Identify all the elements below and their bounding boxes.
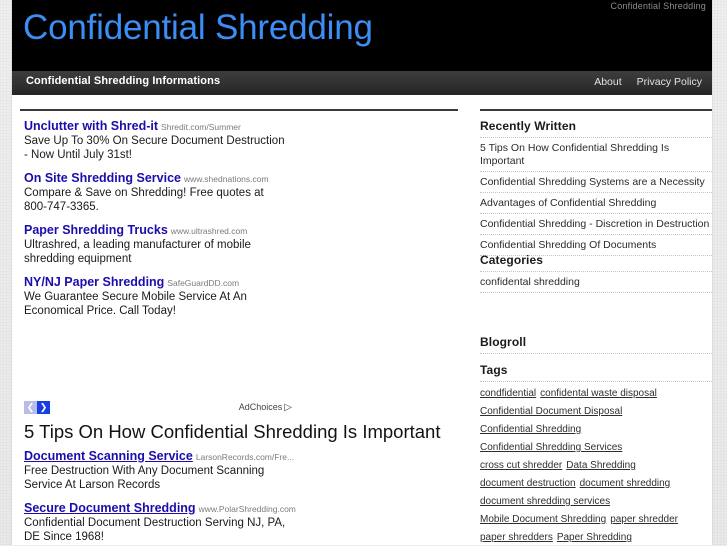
list-item[interactable]: Confidential Shredding Systems are a Nec… xyxy=(480,172,712,193)
ad-display-url: LarsonRecords.com/Fre... xyxy=(195,452,295,462)
list-item[interactable]: confidental shredding xyxy=(480,272,712,293)
site-container: Confidential Shredding Confidential Shre… xyxy=(12,0,712,545)
tag-link[interactable]: condfidential xyxy=(480,388,536,399)
nav-item-about[interactable]: About xyxy=(594,76,621,88)
adchoices-link[interactable]: AdChoices ▷ xyxy=(239,402,292,413)
ad-heading-row: Document Scanning Service LarsonRecords.c… xyxy=(24,449,304,464)
widget-categories: Categories confidental shredding xyxy=(480,253,712,293)
tag-link[interactable]: Paper Shredding xyxy=(557,532,632,543)
category-link[interactable]: confidental shredding xyxy=(480,276,712,289)
ad-heading-row: Paper Shredding Trucks www.ultrashred.com xyxy=(24,223,304,238)
ad-description: Save Up To 30% On Secure Document Destru… xyxy=(24,135,285,161)
ad-display-url: Shredit.com/Summer xyxy=(161,122,241,132)
widget-title: Recently Written xyxy=(480,119,577,133)
ad-display-url: SafeGuardDD.com xyxy=(167,278,240,288)
recent-post-link[interactable]: Confidential Shredding - Discretion in D… xyxy=(480,218,712,231)
ad-pager: ❮ ❯ xyxy=(24,401,50,414)
ad-description: Compare & Save on Shredding! Free quotes… xyxy=(24,187,264,213)
tag-link[interactable]: cross cut shredder xyxy=(480,460,562,471)
recent-post-link[interactable]: 5 Tips On How Confidential Shredding Is … xyxy=(480,142,712,168)
ad-pager-next-icon[interactable]: ❯ xyxy=(37,401,50,414)
widget-blogroll: Blogroll xyxy=(480,335,712,355)
ad-pager-prev-icon[interactable]: ❮ xyxy=(24,401,37,414)
recent-post-link[interactable]: Advantages of Confidential Shredding xyxy=(480,197,712,210)
ad-unit[interactable]: Secure Document Shredding www.PolarShredd… xyxy=(24,501,304,544)
list-item[interactable]: Advantages of Confidential Shredding xyxy=(480,193,712,214)
widget-recently-written: Recently Written 5 Tips On How Confident… xyxy=(480,119,712,256)
masthead-tagline: Confidential Shredding xyxy=(610,1,706,11)
ad-unit[interactable]: Unclutter with Shred-it Shredit.com/Summe… xyxy=(24,119,304,162)
ad-title-link[interactable]: Paper Shredding Trucks xyxy=(24,223,168,237)
recent-post-link[interactable]: Confidential Shredding Of Documents xyxy=(480,239,712,252)
ad-block-bottom: Document Scanning Service LarsonRecords.c… xyxy=(24,449,304,546)
blogroll-empty xyxy=(480,353,712,355)
ad-title-link[interactable]: NY/NJ Paper Shredding xyxy=(24,275,164,289)
tag-link[interactable]: document shredding services xyxy=(480,496,610,507)
widget-title: Categories xyxy=(480,253,544,267)
tag-link[interactable]: confidental waste disposal xyxy=(540,388,657,399)
tag-link[interactable]: Mobile Document Shredding xyxy=(480,514,606,525)
ad-heading-row: Unclutter with Shred-it Shredit.com/Summe… xyxy=(24,119,304,134)
list-item[interactable]: 5 Tips On How Confidential Shredding Is … xyxy=(480,138,712,172)
tag-link[interactable]: paper shredder xyxy=(610,514,678,525)
adchoices-label: AdChoices xyxy=(238,402,283,412)
ad-title-link[interactable]: On Site Shredding Service xyxy=(24,171,181,185)
widget-title: Blogroll xyxy=(480,335,527,349)
recent-post-link[interactable]: Confidential Shredding Systems are a Nec… xyxy=(480,176,712,189)
ad-description: Confidential Document Destruction Servin… xyxy=(24,517,286,543)
tag-link[interactable]: Data Shredding xyxy=(566,460,636,471)
widget-title: Tags xyxy=(480,363,508,377)
site-masthead: Confidential Shredding Confidential Shre… xyxy=(12,0,712,70)
primary-navbar: Confidential Shredding Informations Abou… xyxy=(12,70,712,95)
ad-block-top: Unclutter with Shred-it Shredit.com/Summe… xyxy=(24,119,304,327)
ad-title-link[interactable]: Unclutter with Shred-it xyxy=(24,119,158,133)
site-title[interactable]: Confidential Shredding xyxy=(23,8,373,48)
article-title[interactable]: 5 Tips On How Confidential Shredding Is … xyxy=(24,421,440,443)
tag-link[interactable]: paper shredders xyxy=(480,532,553,543)
ad-title-link[interactable]: Document Scanning Service xyxy=(24,449,193,463)
categories-list: confidental shredding xyxy=(480,271,712,293)
tag-link[interactable]: Confidential Shredding Services xyxy=(480,442,622,453)
recently-written-list: 5 Tips On How Confidential Shredding Is … xyxy=(480,137,712,256)
sidebar-divider xyxy=(480,109,712,111)
ad-title-link[interactable]: Secure Document Shredding xyxy=(24,501,196,515)
widget-tags: Tags condfidential confidental waste dis… xyxy=(480,363,712,546)
main-divider xyxy=(20,109,458,111)
nav-item-privacy-policy[interactable]: Privacy Policy xyxy=(637,76,702,88)
ad-display-url: www.PolarShredding.com xyxy=(198,504,296,514)
main-column: Unclutter with Shred-it Shredit.com/Summe… xyxy=(12,95,464,546)
ad-unit[interactable]: Paper Shredding Trucks www.ultrashred.com… xyxy=(24,223,304,266)
ad-display-url: www.shednations.com xyxy=(184,174,269,184)
ad-description: Free Destruction With Any Document Scann… xyxy=(24,465,265,491)
tag-link[interactable]: document destruction xyxy=(480,478,576,489)
navbar-links: About Privacy Policy xyxy=(594,76,702,88)
ad-display-url: www.ultrashred.com xyxy=(170,226,248,236)
list-item[interactable]: Confidential Shredding - Discretion in D… xyxy=(480,214,712,235)
ad-heading-row: NY/NJ Paper Shredding SafeGuardDD.com xyxy=(24,275,304,290)
ad-block-footer: ❮ ❯ AdChoices ▷ xyxy=(24,401,292,415)
ad-heading-row: On Site Shredding Service www.shednations… xyxy=(24,171,304,186)
adchoices-triangle-icon: ▷ xyxy=(284,402,292,413)
ad-description: We Guarantee Secure Mobile Service At An… xyxy=(24,291,247,317)
tag-link[interactable]: Confidential Document Disposal xyxy=(480,406,622,417)
ad-unit[interactable]: On Site Shredding Service www.shednations… xyxy=(24,171,304,214)
ad-unit[interactable]: Document Scanning Service LarsonRecords.c… xyxy=(24,449,304,492)
ad-heading-row: Secure Document Shredding www.PolarShredd… xyxy=(24,501,304,516)
ad-unit[interactable]: NY/NJ Paper Shredding SafeGuardDD.com We … xyxy=(24,275,304,318)
content-columns: Unclutter with Shred-it Shredit.com/Summe… xyxy=(12,95,712,546)
tag-cloud: condfidential confidental waste disposal… xyxy=(480,381,712,546)
sidebar: Recently Written 5 Tips On How Confident… xyxy=(468,95,712,546)
tag-link[interactable]: document shredding xyxy=(580,478,671,489)
navbar-brand: Confidential Shredding Informations xyxy=(26,75,221,87)
ad-description: Ultrashred, a leading manufacturer of mo… xyxy=(24,239,251,265)
tag-link[interactable]: Confidential Shredding xyxy=(480,424,581,435)
